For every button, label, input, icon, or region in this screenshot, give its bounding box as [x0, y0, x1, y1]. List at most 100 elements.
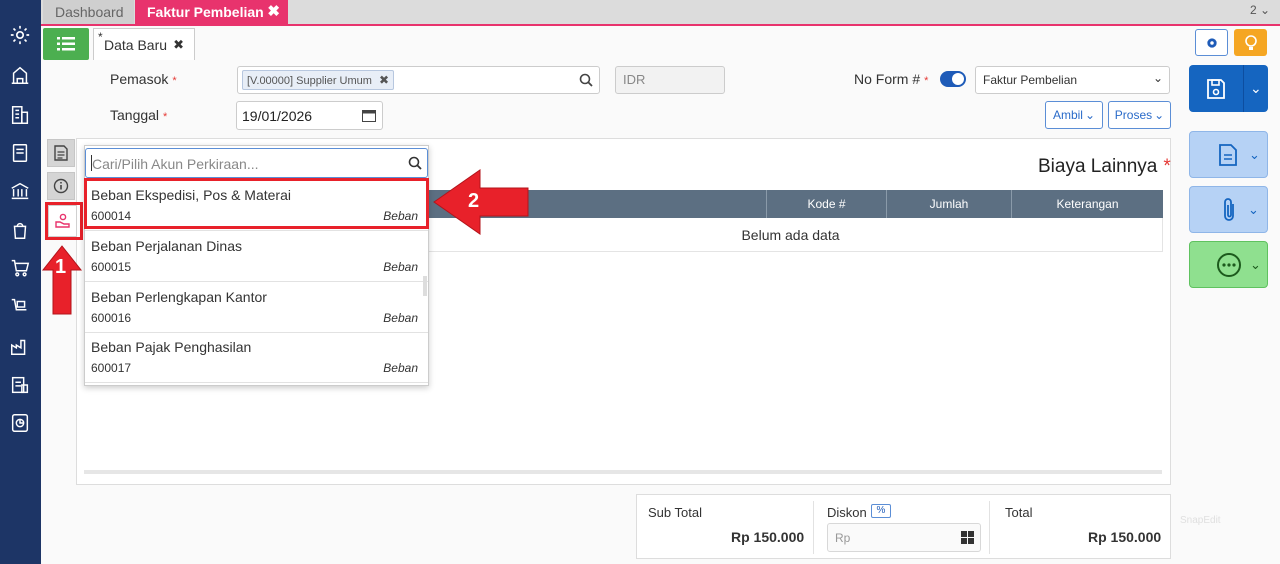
chevron-down-icon: ⌄ [1250, 80, 1262, 96]
calendar-icon [362, 110, 376, 122]
chevron-down-icon: ⌄ [1248, 201, 1259, 217]
tab-counter-value: 2 [1250, 3, 1257, 17]
account-name: Beban Pajak Penghasilan [91, 339, 252, 355]
main-sidebar [0, 0, 41, 564]
tab-label: Faktur Pembelian [147, 4, 264, 20]
watermark: SnapEdit [1180, 515, 1221, 526]
no-form-label: No Form # * [854, 71, 929, 87]
dropdown-scrollbar[interactable] [423, 276, 427, 296]
document-icon [1219, 143, 1237, 166]
account-type: Beban [383, 311, 418, 325]
list-view-button[interactable] [43, 28, 89, 60]
gear-icon [1206, 37, 1217, 48]
proses-button[interactable]: Proses ⌄ [1108, 101, 1171, 129]
column-header[interactable]: Keterangan [1011, 190, 1163, 218]
tab-label: Dashboard [55, 4, 124, 20]
account-name: Beban Perlengkapan Kantor [91, 289, 267, 305]
tab-info[interactable] [47, 172, 75, 200]
ledger-icon[interactable] [7, 140, 33, 166]
account-search-input[interactable]: Cari/Pilih Akun Perkiraan... [85, 148, 428, 178]
subtotal-label: Sub Total [648, 505, 702, 520]
settings-button[interactable] [1195, 29, 1228, 56]
account-option[interactable]: Beban Perjalanan Dinas 600015 Beban [85, 231, 428, 282]
more-dots-icon [1217, 252, 1241, 277]
callout-arrow-2 [433, 169, 529, 235]
subtotal-value: Rp 150.000 [731, 529, 805, 545]
step2-highlight [84, 178, 429, 229]
factory-icon[interactable] [7, 333, 33, 359]
diskon-placeholder: Rp [835, 531, 851, 545]
list-icon [57, 37, 75, 51]
account-code: 600016 [91, 311, 132, 325]
info-icon [53, 178, 69, 194]
form-type-value: Faktur Pembelian [983, 73, 1078, 87]
callout-number-2: 2 [468, 190, 480, 212]
account-option[interactable]: Beban Perlengkapan Kantor 600016 Beban [85, 282, 428, 333]
more-actions-button[interactable]: ⌄ [1189, 241, 1268, 288]
settings-icon[interactable] [7, 22, 33, 48]
lightbulb-icon [1244, 34, 1257, 50]
paperclip-icon [1224, 197, 1234, 221]
tips-button[interactable] [1234, 29, 1267, 56]
print-button[interactable]: ⌄ [1189, 131, 1268, 178]
ambil-button[interactable]: Ambil ⌄ [1045, 101, 1103, 129]
close-icon[interactable]: ✖ [173, 29, 184, 61]
building-icon[interactable] [7, 102, 33, 128]
supplier-chip: [V.00000] Supplier Umum ✖ [242, 70, 395, 90]
summary-panel: Sub Total Rp 150.000 Diskon % Rp Total R… [636, 494, 1171, 559]
search-icon [579, 73, 593, 87]
save-button[interactable]: ⌄ [1189, 65, 1268, 112]
account-option[interactable]: Beban Pajak Penghasilan 600017 Beban [85, 332, 428, 383]
chevron-down-icon: ⌄ [1152, 71, 1163, 85]
subtab-label: Data Baru [104, 37, 168, 53]
tab-dashboard[interactable]: Dashboard [43, 0, 134, 24]
purchase-cart-icon[interactable] [7, 255, 33, 281]
tab-data-baru[interactable]: * Data Baru ✖ [93, 28, 195, 60]
search-placeholder: Cari/Pilih Akun Perkiraan... [92, 156, 259, 172]
close-tab-icon[interactable]: ✖ [267, 0, 280, 24]
callout-arrow-1 [41, 245, 83, 315]
inventory-icon[interactable] [7, 294, 33, 320]
expense-hand-icon [54, 213, 70, 228]
pemasok-field[interactable]: [V.00000] Supplier Umum ✖ [237, 66, 600, 94]
floppy-disk-icon [1207, 78, 1225, 99]
remove-chip-icon[interactable]: ✖ [379, 73, 389, 87]
chevron-down-icon: ⌄ [1250, 256, 1261, 272]
tanggal-value: 19/01/2026 [242, 108, 313, 124]
horizontal-scrollbar[interactable] [84, 470, 1162, 474]
calculator-icon [961, 531, 974, 544]
diskon-percent-toggle[interactable]: % [871, 504, 891, 518]
currency-field: IDR [615, 66, 725, 94]
company-icon[interactable] [7, 62, 33, 88]
tab-faktur-pembelian[interactable]: Faktur Pembelian ✖ [135, 0, 288, 24]
auto-number-toggle[interactable] [940, 71, 966, 87]
diskon-input[interactable]: Rp [827, 523, 981, 552]
report-icon[interactable] [7, 410, 33, 436]
form-type-select[interactable]: Faktur Pembelian ⌄ [975, 66, 1170, 94]
search-icon [408, 156, 422, 170]
callout-number-1: 1 [55, 256, 67, 278]
sales-icon[interactable] [7, 217, 33, 243]
account-type: Beban [383, 361, 418, 375]
pemasok-label: Pemasok * [110, 71, 177, 87]
tab-counter[interactable]: 2 ⌄ [1250, 3, 1270, 17]
account-code: 600017 [91, 361, 132, 375]
document-list-icon [54, 145, 68, 161]
tanggal-label: Tanggal * [110, 107, 168, 123]
column-header[interactable]: Jumlah [886, 190, 1011, 218]
chevron-down-icon: ⌄ [1260, 3, 1271, 17]
section-title: Biaya Lainnya * [1038, 156, 1171, 177]
tab-biaya-lainnya[interactable] [48, 205, 77, 237]
column-header[interactable]: Kode # [766, 190, 886, 218]
chevron-down-icon: ⌄ [1249, 146, 1260, 162]
attachment-button[interactable]: ⌄ [1189, 186, 1268, 233]
tax-icon[interactable] [7, 372, 33, 398]
diskon-label: Diskon [827, 505, 867, 520]
total-value: Rp 150.000 [1088, 529, 1162, 545]
supplier-chip-label: [V.00000] Supplier Umum [247, 75, 372, 87]
account-name: Beban Perjalanan Dinas [91, 238, 242, 254]
tab-items[interactable] [47, 139, 75, 167]
tanggal-input[interactable]: 19/01/2026 [236, 101, 383, 130]
total-label: Total [1005, 505, 1033, 520]
bank-icon[interactable] [7, 178, 33, 204]
